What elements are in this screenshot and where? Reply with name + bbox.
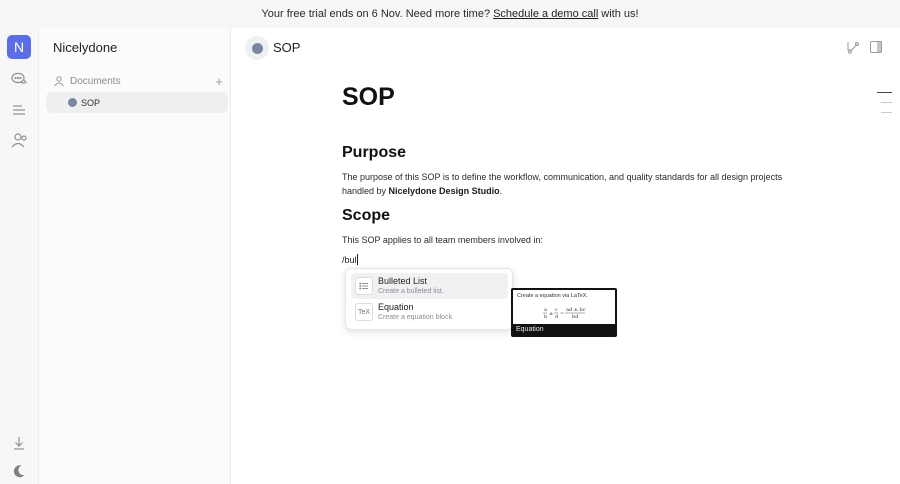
- command-text: /bul: [342, 255, 357, 265]
- chat-icon[interactable]: [10, 70, 28, 88]
- heading-scope[interactable]: Scope: [342, 207, 390, 225]
- history-icon[interactable]: [846, 40, 860, 54]
- sidebar-item-sop[interactable]: SOP: [46, 92, 228, 113]
- svg-text:ad ± bc: ad ± bc: [566, 307, 586, 313]
- purpose-end: .: [499, 186, 503, 196]
- members-icon[interactable]: [10, 131, 28, 149]
- studio-name: Nicelydone Design Studio: [388, 186, 500, 196]
- slash-command-menu: Bulleted List Create a bulleted list. Te…: [345, 268, 513, 330]
- menu-item-title: Bulleted List: [378, 276, 428, 286]
- preview-card: Create a equation via LaTeX. ab ± cd = a…: [513, 290, 615, 324]
- document-title[interactable]: SOP: [342, 83, 395, 112]
- text-caret: [356, 254, 358, 265]
- page-dot-icon: [251, 42, 263, 54]
- preview-caption: Create a equation via LaTeX.: [517, 293, 588, 299]
- list-icon: [355, 277, 373, 295]
- page-title[interactable]: SOP: [273, 40, 300, 55]
- trial-banner: Your free trial ends on 6 Nov. Need more…: [0, 0, 900, 28]
- workspace-name[interactable]: Nicelydone: [53, 40, 117, 55]
- menu-item-bulleted-list[interactable]: Bulleted List Create a bulleted list.: [351, 273, 508, 299]
- svg-text:±: ±: [549, 311, 553, 317]
- menu-item-title: Equation: [378, 302, 414, 312]
- panel-toggle-icon[interactable]: [869, 40, 883, 54]
- banner-text: Your free trial ends on 6 Nov. Need more…: [261, 8, 491, 20]
- icon-rail: N: [0, 28, 39, 484]
- documents-label: Documents: [70, 75, 121, 87]
- svg-text:d: d: [555, 314, 559, 320]
- sidebar-item-label: SOP: [81, 97, 101, 108]
- table-of-contents[interactable]: [877, 92, 892, 122]
- svg-text:c: c: [555, 307, 558, 313]
- outline-icon[interactable]: [10, 101, 28, 119]
- moon-icon[interactable]: [10, 462, 28, 480]
- documents-section[interactable]: Documents +: [53, 73, 223, 89]
- add-document-icon[interactable]: +: [215, 74, 223, 89]
- paragraph-scope[interactable]: This SOP applies to all team members inv…: [342, 233, 792, 247]
- sidebar: Nicelydone Documents + SOP: [39, 28, 231, 484]
- equation-sample-image: ab ± cd = ad ± bcbd: [543, 307, 586, 320]
- command-input-line[interactable]: /bul: [342, 254, 358, 265]
- page-dot-icon: [68, 98, 77, 107]
- page-emoji-button[interactable]: [245, 36, 269, 60]
- svg-text:b: b: [544, 314, 547, 320]
- menu-item-description: Create a bulleted list.: [378, 288, 444, 295]
- paragraph-purpose[interactable]: The purpose of this SOP is to define the…: [342, 170, 792, 198]
- banner-suffix: with us!: [601, 8, 639, 20]
- preview-label: Equation: [516, 326, 544, 333]
- svg-text:a: a: [544, 307, 547, 313]
- menu-item-description: Create a equation block.: [378, 314, 454, 321]
- tex-icon: TeX: [355, 303, 373, 321]
- svg-text:bd: bd: [572, 314, 579, 320]
- download-icon[interactable]: [10, 434, 28, 452]
- svg-text:=: =: [560, 311, 564, 317]
- heading-purpose[interactable]: Purpose: [342, 144, 406, 162]
- schedule-demo-link[interactable]: Schedule a demo call: [493, 8, 598, 20]
- documents-icon: [54, 76, 64, 87]
- workspace-avatar[interactable]: N: [7, 35, 31, 59]
- equation-preview-tooltip: Create a equation via LaTeX. ab ± cd = a…: [511, 288, 617, 337]
- menu-item-equation[interactable]: TeX Equation Create a equation block.: [351, 299, 508, 325]
